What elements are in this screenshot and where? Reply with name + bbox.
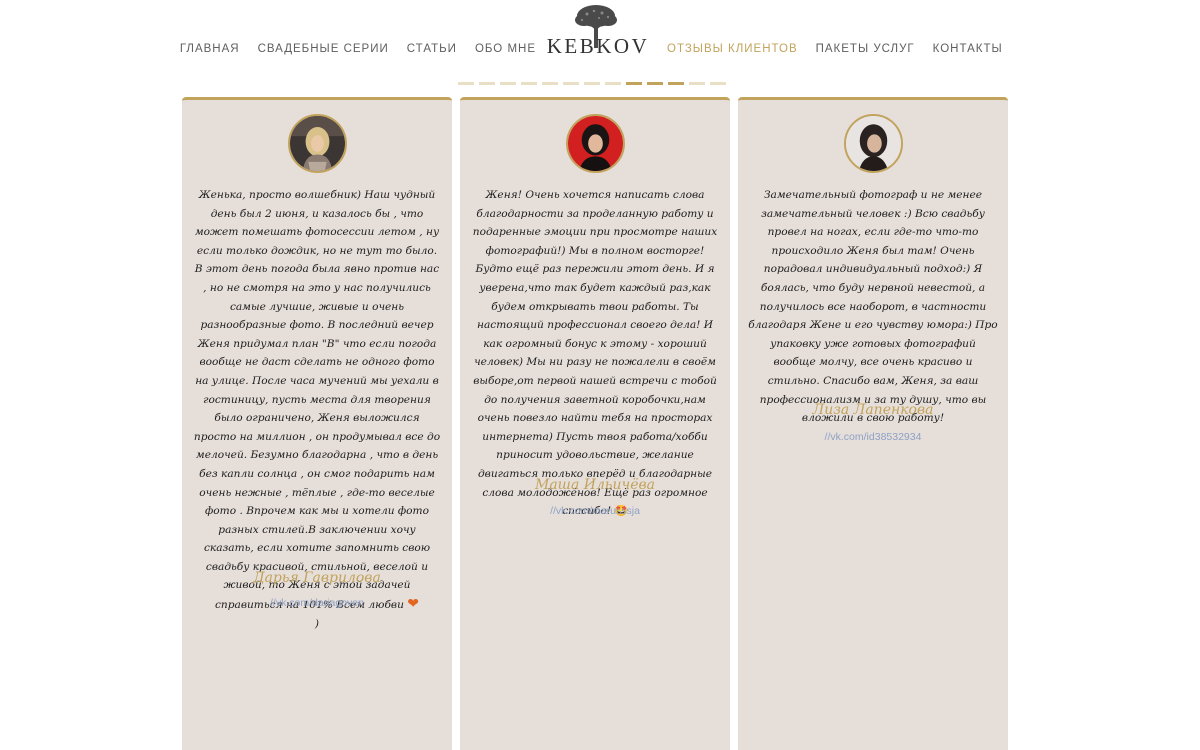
nav-wedding-series[interactable]: СВАДЕБНЫЕ СЕРИИ xyxy=(258,43,389,55)
reviewer-photo xyxy=(290,116,345,171)
slider-dot[interactable] xyxy=(563,82,579,85)
nav-contacts[interactable]: КОНТАКТЫ xyxy=(933,43,1003,55)
nav-about[interactable]: ОБО МНЕ xyxy=(475,43,536,55)
slider-dot[interactable] xyxy=(542,82,558,85)
slider-pagination xyxy=(458,82,726,85)
avatar xyxy=(288,114,347,173)
testimonial-text: Женя! Очень хочется написать слова благо… xyxy=(470,186,720,521)
slider-dot[interactable] xyxy=(668,82,684,85)
avatar xyxy=(566,114,625,173)
slider-dot[interactable] xyxy=(521,82,537,85)
avatar xyxy=(844,114,903,173)
slider-dot[interactable] xyxy=(479,82,495,85)
nav-packages[interactable]: ПАКЕТЫ УСЛУГ xyxy=(816,43,915,55)
quote-ending: ) xyxy=(314,617,320,630)
testimonial-card: Женя! Очень хочется написать слова благо… xyxy=(460,97,730,750)
reviewer-vk-link[interactable]: //vk.com/id38532934 xyxy=(738,431,1008,443)
slider-dot[interactable] xyxy=(500,82,516,85)
reviewer-vk-link[interactable]: //vk.com/dariagoven xyxy=(182,597,452,609)
testimonial-card: Замечательный фотограф и не менее замеча… xyxy=(738,97,1008,750)
slider-dot[interactable] xyxy=(689,82,705,85)
nav-left: ГЛАВНАЯ СВАДЕБНЫЕ СЕРИИ СТАТЬИ ОБО МНЕ xyxy=(180,43,536,55)
quote-body: Замечательный фотограф и не менее замеча… xyxy=(748,189,998,425)
site-header: ГЛАВНАЯ СВАДЕБНЫЕ СЕРИИ СТАТЬИ ОБО МНЕ K… xyxy=(0,0,1200,90)
reviewer-name: Лиза Лапенкова xyxy=(812,402,934,418)
testimonial-text: Замечательный фотограф и не менее замеча… xyxy=(748,186,998,428)
reviewer-name: Дарья Гаврилова xyxy=(253,570,381,586)
nav-testimonials[interactable]: ОТЗЫВЫ КЛИЕНТОВ xyxy=(667,43,798,55)
slider-dot[interactable] xyxy=(458,82,474,85)
slider-dot[interactable] xyxy=(605,82,621,85)
logo[interactable]: KEBKOV xyxy=(542,0,654,62)
reviewer-name: Маша Ильичёва xyxy=(535,477,655,493)
nav-articles[interactable]: СТАТЬИ xyxy=(407,43,457,55)
slider-dot[interactable] xyxy=(647,82,663,85)
slider-dot[interactable] xyxy=(626,82,642,85)
reviewer-photo xyxy=(568,116,623,171)
nav-home[interactable]: ГЛАВНАЯ xyxy=(180,43,240,55)
quote-body: Женя! Очень хочется написать слова благо… xyxy=(472,189,718,518)
slider-dot[interactable] xyxy=(584,82,600,85)
logo-text: KEBKOV xyxy=(546,34,650,58)
nav-right: ОТЗЫВЫ КЛИЕНТОВ ПАКЕТЫ УСЛУГ КОНТАКТЫ xyxy=(667,43,1003,55)
quote-body: Женька, просто волшебник) Наш чудный ден… xyxy=(193,189,441,612)
testimonial-card: Женька, просто волшебник) Наш чудный ден… xyxy=(182,97,452,750)
reviewer-vk-link[interactable]: //vk.com/marusssja xyxy=(460,505,730,517)
testimonial-text: Женька, просто волшебник) Наш чудный ден… xyxy=(192,186,442,633)
reviewer-photo xyxy=(846,116,901,171)
slider-dot[interactable] xyxy=(710,82,726,85)
